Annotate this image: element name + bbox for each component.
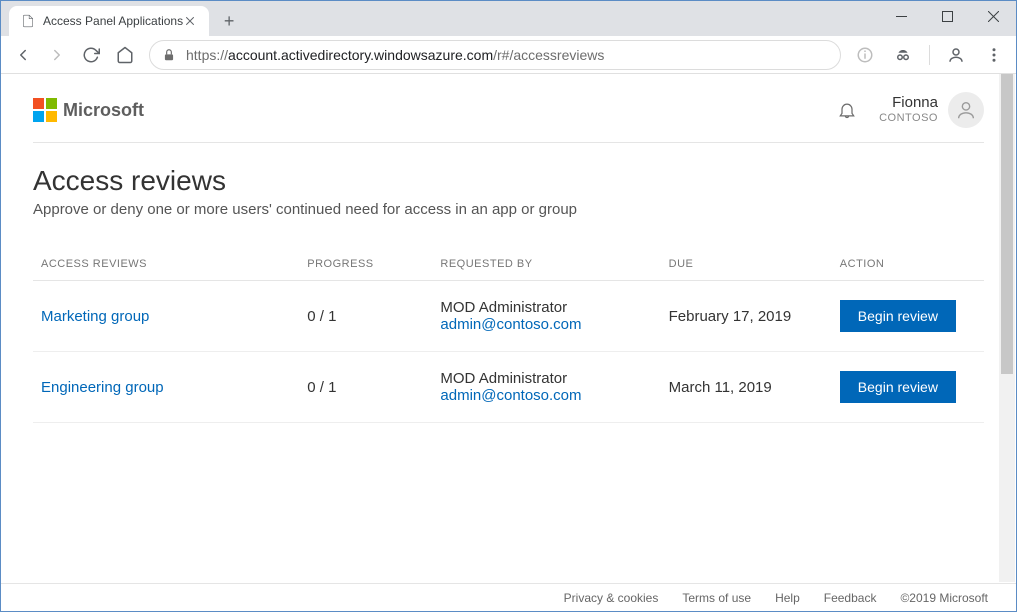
toolbar-right-icons xyxy=(849,39,1010,71)
minimize-button[interactable] xyxy=(878,1,924,31)
browser-tab[interactable]: Access Panel Applications xyxy=(9,6,209,36)
brand-text: Microsoft xyxy=(63,100,144,121)
table-row: Engineering group 0 / 1 MOD Administratora… xyxy=(33,352,984,423)
separator xyxy=(929,45,930,65)
footer-privacy-link[interactable]: Privacy & cookies xyxy=(564,591,659,605)
col-header-due: DUE xyxy=(661,248,832,281)
app-header: Microsoft Fionna CONTOSO xyxy=(33,74,984,142)
footer-feedback-link[interactable]: Feedback xyxy=(824,591,877,605)
incognito-icon[interactable] xyxy=(887,39,919,71)
requester-email-link[interactable]: admin@contoso.com xyxy=(440,387,652,404)
page-subtitle: Approve or deny one or more users' conti… xyxy=(33,201,984,218)
col-header-requested-by: REQUESTED BY xyxy=(432,248,660,281)
menu-icon[interactable] xyxy=(978,39,1010,71)
scrollbar-thumb[interactable] xyxy=(1001,74,1013,374)
url-path: /r#/accessreviews xyxy=(493,47,604,63)
requester-name: MOD Administrator xyxy=(440,299,652,316)
col-header-progress: PROGRESS xyxy=(299,248,432,281)
review-name-link[interactable]: Marketing group xyxy=(41,308,149,325)
address-bar[interactable]: https://account.activedirectory.windowsa… xyxy=(149,40,841,70)
home-button[interactable] xyxy=(109,39,141,71)
divider xyxy=(33,142,984,143)
bell-icon xyxy=(837,100,857,120)
back-button[interactable] xyxy=(7,39,39,71)
url-host: account.activedirectory.windowsazure.com xyxy=(228,47,493,63)
review-name-link[interactable]: Engineering group xyxy=(41,379,164,396)
review-progress: 0 / 1 xyxy=(299,281,432,352)
footer: Privacy & cookies Terms of use Help Feed… xyxy=(1,583,1016,611)
review-due: March 11, 2019 xyxy=(661,352,832,423)
extension-icon[interactable] xyxy=(849,39,881,71)
page-icon xyxy=(21,14,35,28)
forward-button[interactable] xyxy=(41,39,73,71)
begin-review-button[interactable]: Begin review xyxy=(840,371,956,403)
tab-title: Access Panel Applications xyxy=(43,14,183,28)
requester-name: MOD Administrator xyxy=(440,370,652,387)
user-org: CONTOSO xyxy=(879,112,938,125)
review-due: February 17, 2019 xyxy=(661,281,832,352)
close-window-button[interactable] xyxy=(970,1,1016,31)
scrollbar[interactable] xyxy=(999,74,1015,582)
footer-help-link[interactable]: Help xyxy=(775,591,800,605)
page-title: Access reviews xyxy=(33,165,984,197)
url-scheme: https:// xyxy=(186,47,228,63)
browser-toolbar: https://account.activedirectory.windowsa… xyxy=(1,36,1016,74)
begin-review-button[interactable]: Begin review xyxy=(840,300,956,332)
review-progress: 0 / 1 xyxy=(299,352,432,423)
access-reviews-table: ACCESS REVIEWS PROGRESS REQUESTED BY DUE… xyxy=(33,248,984,423)
table-row: Marketing group 0 / 1 MOD Administratoradm… xyxy=(33,281,984,352)
footer-terms-link[interactable]: Terms of use xyxy=(682,591,751,605)
new-tab-button[interactable]: + xyxy=(215,7,243,35)
col-header-name: ACCESS REVIEWS xyxy=(33,248,299,281)
lock-icon xyxy=(162,48,176,62)
user-icon xyxy=(955,99,977,121)
brand[interactable]: Microsoft xyxy=(33,98,144,122)
avatar xyxy=(948,92,984,128)
page-viewport: Microsoft Fionna CONTOSO Access revi xyxy=(1,74,1016,583)
maximize-button[interactable] xyxy=(924,1,970,31)
user-menu[interactable]: Fionna CONTOSO xyxy=(879,92,984,128)
requester-email-link[interactable]: admin@contoso.com xyxy=(440,316,652,333)
notifications-button[interactable] xyxy=(837,100,857,120)
window-controls xyxy=(878,1,1016,31)
user-name: Fionna xyxy=(879,94,938,112)
microsoft-logo-icon xyxy=(33,98,57,122)
account-icon[interactable] xyxy=(940,39,972,71)
footer-copyright: ©2019 Microsoft xyxy=(900,591,988,605)
reload-button[interactable] xyxy=(75,39,107,71)
close-icon[interactable] xyxy=(183,14,197,28)
col-header-action: ACTION xyxy=(832,248,984,281)
browser-tab-strip: Access Panel Applications + xyxy=(1,1,1016,36)
table-header-row: ACCESS REVIEWS PROGRESS REQUESTED BY DUE… xyxy=(33,248,984,281)
